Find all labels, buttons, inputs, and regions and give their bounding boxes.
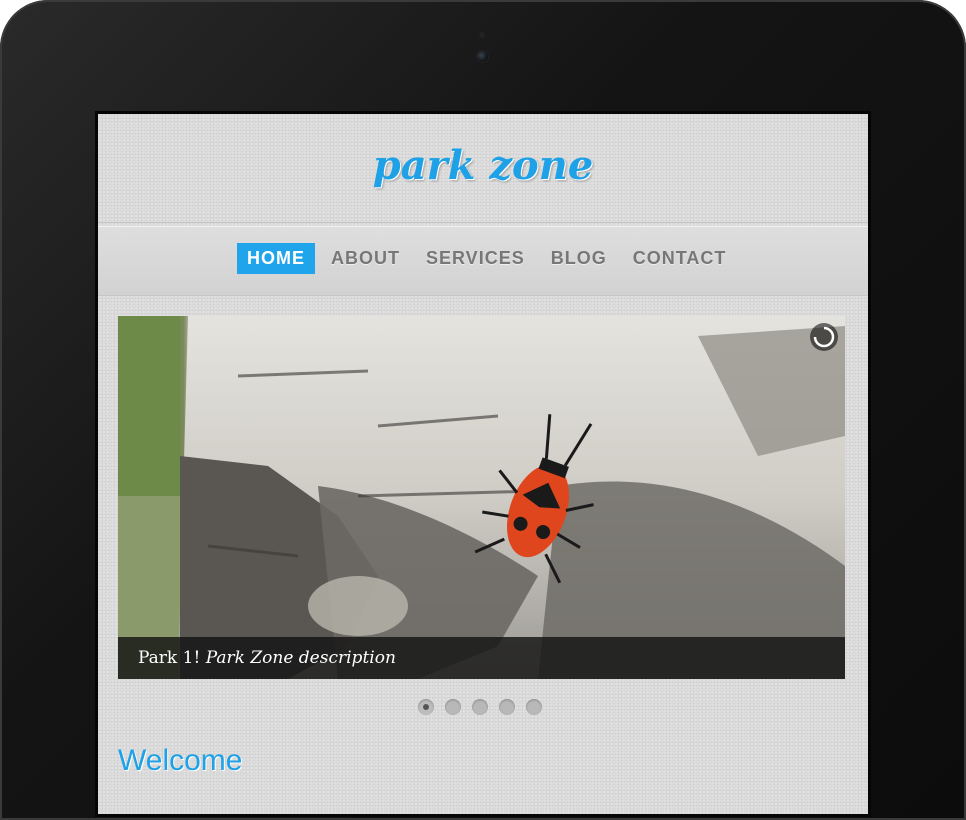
slide-dot-4[interactable]: [499, 699, 515, 715]
speaker: [479, 32, 485, 38]
caption-title: Park 1!: [138, 648, 206, 668]
slider-pagination: [418, 699, 553, 715]
slide-dot-5[interactable]: [526, 699, 542, 715]
nav-menu: HOME ABOUT SERVICES BLOG CONTACT: [237, 243, 742, 274]
nav-contact[interactable]: CONTACT: [623, 243, 737, 274]
nav-about[interactable]: ABOUT: [321, 243, 410, 274]
site-header: park zone: [98, 114, 868, 223]
slide-image: [118, 316, 845, 679]
nav-blog[interactable]: BLOG: [541, 243, 617, 274]
slide-caption: Park 1! Park Zone description: [118, 637, 845, 679]
slide-dot-3[interactable]: [472, 699, 488, 715]
nav-home[interactable]: HOME: [237, 243, 315, 274]
main-navigation: HOME ABOUT SERVICES BLOG CONTACT: [98, 226, 868, 296]
site-logo[interactable]: park zone: [98, 142, 868, 189]
image-slider[interactable]: Park 1! Park Zone description: [118, 316, 845, 679]
tablet-frame: park zone HOME ABOUT SERVICES BLOG CONTA…: [0, 0, 966, 820]
welcome-heading: Welcome: [118, 744, 243, 777]
front-camera: [477, 51, 488, 62]
slide-dot-2[interactable]: [445, 699, 461, 715]
browser-viewport[interactable]: park zone HOME ABOUT SERVICES BLOG CONTA…: [98, 114, 868, 814]
nav-services[interactable]: SERVICES: [416, 243, 535, 274]
caption-description: Park Zone description: [205, 648, 396, 668]
loading-spinner-icon: [810, 323, 838, 351]
slide-dot-1[interactable]: [418, 699, 434, 715]
